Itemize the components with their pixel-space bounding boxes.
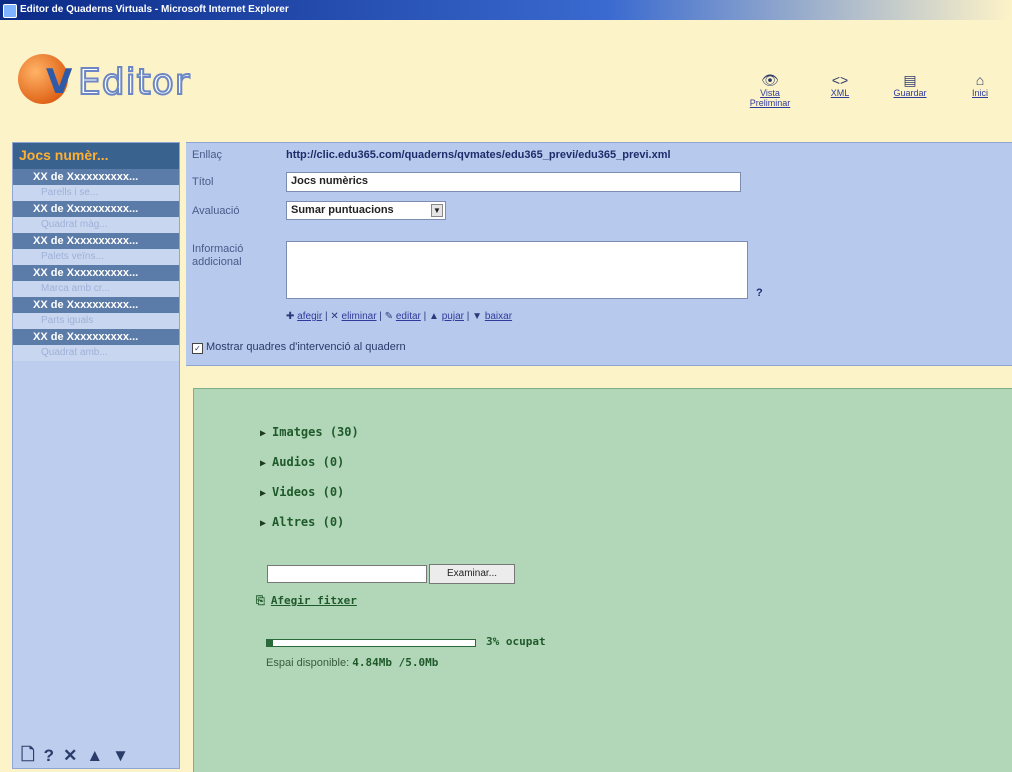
checkbox-icon[interactable]: ✓ [192,343,203,354]
home-icon: ⌂ [975,72,985,88]
up-icon: ▲ [429,311,439,322]
window-title: Editor de Quaderns Virtuals - Microsoft … [20,4,289,15]
available-space-value: 4.84Mb /5.0Mb [352,656,439,669]
edit-icon: ✎ [384,311,394,322]
sidebar-item[interactable]: Quadrat amb... [13,345,179,361]
delete-icon: ✕ [330,311,339,322]
sidebar-group[interactable]: XX de Xxxxxxxxxx... [13,329,179,345]
sidebar-item[interactable]: Marca amb cr... [13,281,179,297]
expand-arrow-icon[interactable]: ▶ [260,428,266,439]
down-link[interactable]: baixar [485,311,512,322]
available-space-label: Espai disponible: [266,657,350,669]
storage-usage-bar [266,639,476,647]
ie-icon [3,4,17,18]
item-actions: ✚ afegir | ✕ eliminar | ✎ editar | ▲ puj… [286,311,513,322]
move-up-icon[interactable]: ▲ [86,746,103,766]
new-page-icon[interactable]: 🗋 [21,742,35,771]
expand-arrow-icon[interactable]: ▶ [260,518,266,529]
properties-panel: Enllaç http://clic.edu365.com/quaderns/q… [186,142,1012,366]
add-icon: ✚ [286,311,295,322]
sidebar-group[interactable]: XX de Xxxxxxxxxx... [13,297,179,313]
delete-link[interactable]: eliminar [342,311,377,322]
media-item-label: Altres (0) [272,515,345,529]
sidebar-group-title: XX de Xxxxxxxxxx... [33,267,139,279]
sidebar: Jocs numèr... XX de Xxxxxxxxxx... Parell… [12,142,180,769]
add-link[interactable]: afegir [297,311,322,322]
xml-button[interactable]: <> XML [820,72,860,122]
down-icon: ▼ [472,311,483,322]
link-label: Enllaç [192,149,222,161]
show-intervention-checkbox[interactable]: ✓ Mostrar quadres d'intervenció al quader… [192,341,406,354]
add-file-link[interactable]: Afegir fitxer [271,594,357,607]
save-button[interactable]: ▤ Guardar [890,72,930,122]
add-file-action[interactable]: ⎘ Afegir fitxer [256,594,357,608]
media-list: ▶ Imatges (30) ▶ Audios (0) ▶ Videos (0) ▶ A… [260,425,359,545]
qv-editor-logo: V Editor [18,50,278,110]
media-item-images[interactable]: ▶ Imatges (30) [260,425,359,455]
sidebar-group[interactable]: XX de Xxxxxxxxxx... [13,265,179,281]
available-space: Espai disponible: 4.84Mb /5.0Mb [266,656,438,669]
show-intervention-label: Mostrar quadres d'intervenció al quadern [206,341,406,353]
file-path-input[interactable] [267,565,427,583]
help-icon[interactable]: ? [756,287,763,299]
logo-v: V [46,62,73,102]
sidebar-group-title: XX de Xxxxxxxxxx... [33,203,139,215]
sidebar-item[interactable]: Quadrat màg... [13,217,179,233]
app: V Editor 👁 Vista Preliminar <> XML ▤ Gua… [0,22,1012,772]
title-input[interactable]: Jocs numèrics [286,172,741,192]
delete-icon[interactable]: ✕ [63,746,77,766]
code-icon: <> [831,72,849,88]
sidebar-footer-tools: 🗋 ? ✕ ▲ ▼ [13,744,179,768]
sidebar-group[interactable]: XX de Xxxxxxxxxx... [13,169,179,185]
up-link[interactable]: pujar [442,311,464,322]
xml-link[interactable]: XML [831,88,850,98]
sidebar-item[interactable]: Parts iguals [13,313,179,329]
sidebar-group[interactable]: XX de Xxxxxxxxxx... [13,201,179,217]
main-toolbar: 👁 Vista Preliminar <> XML ▤ Guardar ⌂ In… [750,72,1000,122]
edit-link[interactable]: editar [396,311,421,322]
media-panel: ▶ Imatges (30) ▶ Audios (0) ▶ Videos (0) ▶ A… [193,388,1012,772]
evaluation-value: Sumar puntuacions [291,204,394,216]
eye-icon: 👁 [761,72,779,88]
sidebar-group-title: XX de Xxxxxxxxxx... [33,299,139,311]
new-question-icon[interactable]: ? [44,746,54,766]
storage-usage-fill [267,640,274,646]
move-down-icon[interactable]: ▼ [112,746,129,766]
evaluation-label: Avaluació [192,205,240,217]
window-title-bar: Editor de Quaderns Virtuals - Microsoft … [0,0,1012,20]
link-value: http://clic.edu365.com/quaderns/qvmates/… [286,149,671,161]
home-button[interactable]: ⌂ Inici [960,72,1000,122]
sidebar-group[interactable]: XX de Xxxxxxxxxx... [13,233,179,249]
sidebar-group-title: XX de Xxxxxxxxxx... [33,235,139,247]
media-item-audios[interactable]: ▶ Audios (0) [260,455,359,485]
media-item-videos[interactable]: ▶ Videos (0) [260,485,359,515]
chevron-down-icon[interactable]: ▼ [431,204,443,217]
preview-link[interactable]: Vista Preliminar [750,88,791,108]
storage-usage-text: 3% ocupat [486,635,546,648]
title-label: Títol [192,176,214,188]
evaluation-select[interactable]: Sumar puntuacions ▼ [286,201,446,220]
media-item-label: Audios (0) [272,455,345,469]
expand-arrow-icon[interactable]: ▶ [260,488,266,499]
additional-info-label: Informació addicional [192,243,244,268]
home-link[interactable]: Inici [972,88,988,98]
logo-text: Editor [77,61,191,104]
media-item-label: Imatges (30) [272,425,359,439]
browse-button[interactable]: Examinar... [429,564,515,584]
sidebar-item[interactable]: Parells i se... [13,185,179,201]
sidebar-group-title: XX de Xxxxxxxxxx... [33,171,139,183]
sidebar-title[interactable]: Jocs numèr... [13,143,179,169]
expand-arrow-icon[interactable]: ▶ [260,458,266,469]
save-link[interactable]: Guardar [893,88,926,98]
add-file-icon: ⎘ [256,595,265,607]
additional-info-textarea[interactable] [286,241,748,299]
sidebar-item[interactable]: Palets veïns... [13,249,179,265]
media-item-label: Videos (0) [272,485,345,499]
media-item-others[interactable]: ▶ Altres (0) [260,515,359,545]
save-icon: ▤ [903,72,917,88]
preview-button[interactable]: 👁 Vista Preliminar [750,72,791,122]
sidebar-group-title: XX de Xxxxxxxxxx... [33,331,139,343]
